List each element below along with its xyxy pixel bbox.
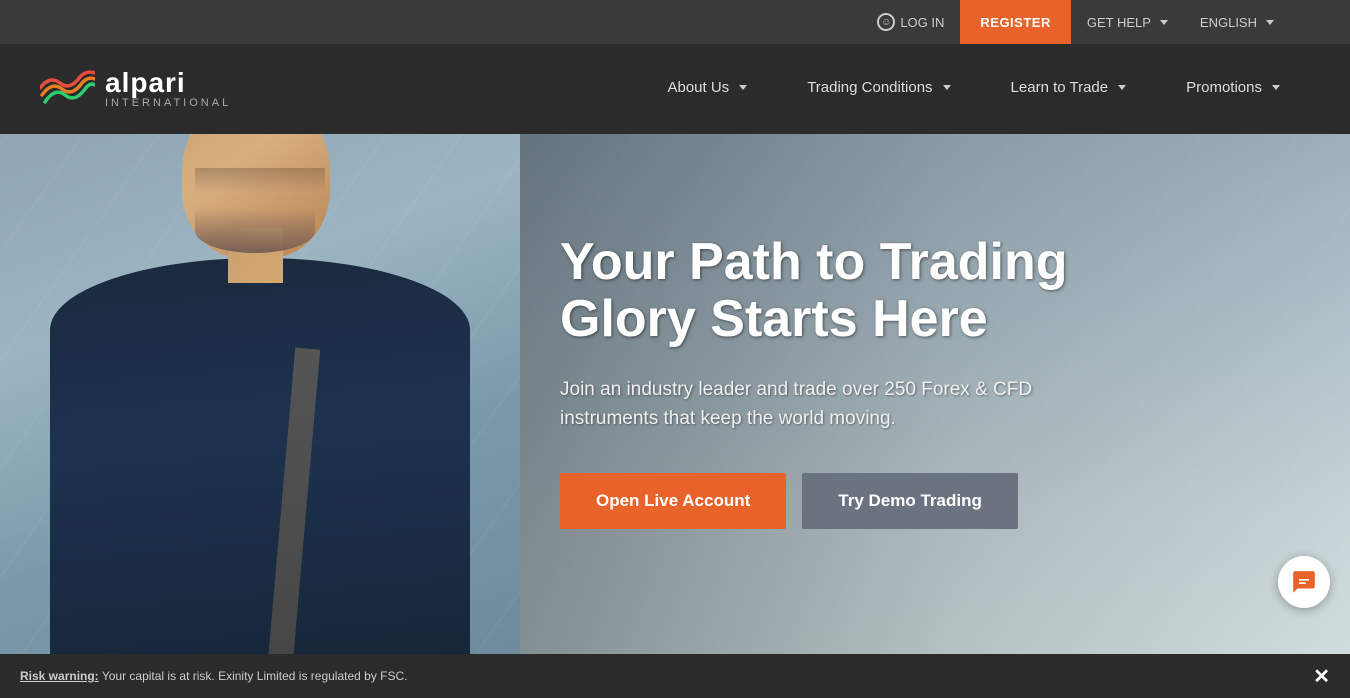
hero-content: Your Path to Trading Glory Starts Here J… [560,234,1100,529]
top-bar: ☺ LOG IN REGISTER GET HELP ENGLISH [0,0,1350,44]
about-us-chevron-icon [739,85,747,90]
nav-about-us-label: About Us [667,79,729,96]
nav-learn-to-trade-label: Learn to Trade [1011,79,1109,96]
promotions-chevron-icon [1272,85,1280,90]
logo-text: alpari International [105,69,231,109]
nav-trading-conditions-label: Trading Conditions [807,79,932,96]
login-label: LOG IN [900,15,944,30]
register-label: REGISTER [980,15,1050,30]
get-help-label: GET HELP [1087,15,1151,30]
nav-trading-conditions[interactable]: Trading Conditions [777,44,980,134]
open-live-account-button[interactable]: Open Live Account [560,473,786,529]
trading-conditions-chevron-icon [943,85,951,90]
chat-button[interactable] [1278,556,1330,608]
risk-warning-bar: Risk warning: Your capital is at risk. E… [0,654,1350,698]
logo[interactable]: alpari International [40,67,231,112]
get-help-chevron-icon [1160,20,1168,25]
hero-title: Your Path to Trading Glory Starts Here [560,234,1100,348]
risk-warning-text: Risk warning: Your capital is at risk. E… [20,669,408,683]
person-eyes-area [195,168,325,193]
logo-alpari-text: alpari [105,69,231,97]
person-body [50,258,470,698]
try-demo-trading-button[interactable]: Try Demo Trading [802,473,1018,529]
hero-section: Your Path to Trading Glory Starts Here J… [0,134,1350,698]
language-chevron-icon [1266,20,1274,25]
hero-person-area [0,134,520,698]
nav-about-us[interactable]: About Us [637,44,777,134]
person-beard [195,208,315,253]
language-label: ENGLISH [1200,15,1257,30]
nav-learn-to-trade[interactable]: Learn to Trade [981,44,1157,134]
nav-bar: alpari International About Us Trading Co… [0,44,1350,134]
learn-to-trade-chevron-icon [1118,85,1126,90]
login-button[interactable]: ☺ LOG IN [861,0,960,44]
risk-warning-label: Risk warning: [20,669,99,683]
language-button[interactable]: ENGLISH [1184,0,1290,44]
hero-subtitle: Join an industry leader and trade over 2… [560,376,1060,433]
get-help-button[interactable]: GET HELP [1071,0,1184,44]
risk-close-button[interactable]: ✕ [1313,664,1330,689]
chat-icon [1291,569,1317,595]
nav-promotions-label: Promotions [1186,79,1262,96]
logo-waves-icon [40,67,95,112]
main-nav: About Us Trading Conditions Learn to Tra… [637,44,1310,134]
risk-warning-detail: Your capital is at risk. Exinity Limited… [102,669,408,683]
logo-international-text: International [105,97,231,109]
register-button[interactable]: REGISTER [960,0,1070,44]
account-icon: ☺ [877,13,895,31]
nav-promotions[interactable]: Promotions [1156,44,1310,134]
hero-buttons: Open Live Account Try Demo Trading [560,473,1100,529]
